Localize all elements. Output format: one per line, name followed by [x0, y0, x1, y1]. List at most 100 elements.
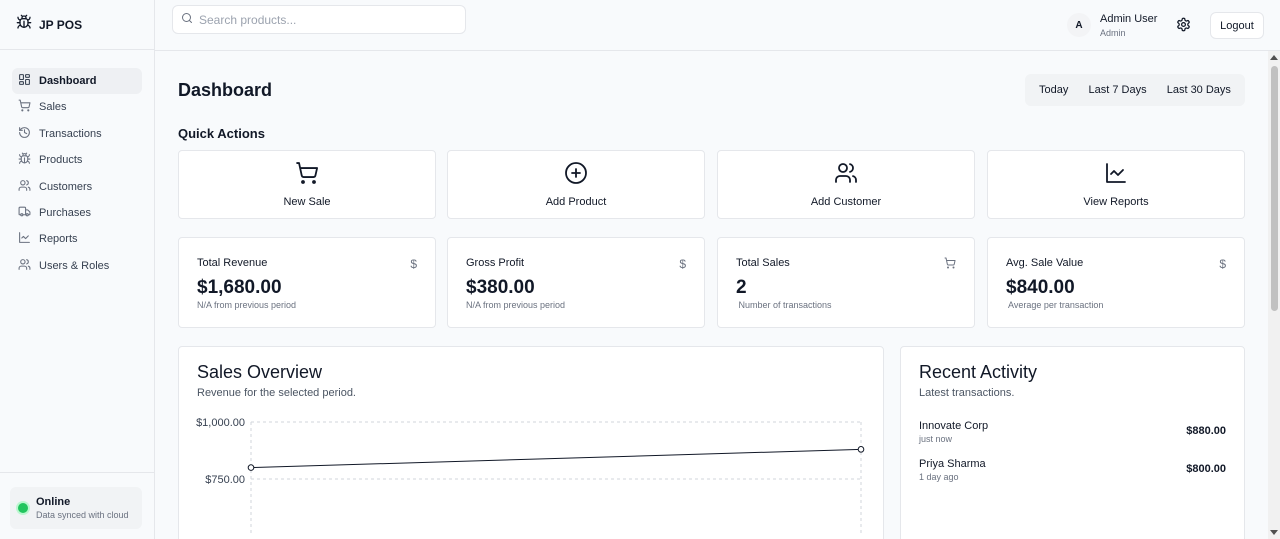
activity-time: just now: [919, 434, 953, 444]
truck-icon: [18, 205, 31, 221]
page-scrollbar[interactable]: [1268, 51, 1280, 539]
stat-subtext: N/A from previous period: [197, 300, 297, 310]
sidebar-item-label: Purchases: [39, 206, 91, 219]
sidebar-item-label: Users & Roles: [39, 259, 110, 272]
sidebar-item-label: Transactions: [39, 127, 102, 140]
stat-card-gross-profit: Gross Profit $ $380.00 N/A from previous…: [447, 237, 705, 328]
avatar[interactable]: A: [1067, 13, 1091, 37]
stat-card-total-revenue: Total Revenue $ $1,680.00 N/A from previ…: [178, 237, 436, 328]
history-icon: [18, 126, 31, 142]
scroll-down-arrow-icon[interactable]: [1270, 530, 1278, 535]
quick-actions-title: Quick Actions: [178, 126, 265, 141]
data-point: [247, 464, 255, 471]
bug-icon: [18, 152, 31, 168]
sidebar-nav: Dashboard Sales Transactions Products Cu…: [0, 68, 154, 279]
data-point: [857, 446, 865, 453]
quick-action-label: View Reports: [1083, 196, 1149, 208]
recent-activity-card: Recent Activity Latest transactions. Inn…: [900, 346, 1245, 539]
search-icon: [181, 11, 193, 29]
scroll-up-arrow-icon[interactable]: [1270, 55, 1278, 60]
date-range-selector: Today Last 7 Days Last 30 Days: [1025, 74, 1245, 106]
add-product-button[interactable]: Add Product: [447, 150, 705, 219]
sidebar-item-reports[interactable]: Reports: [12, 226, 142, 252]
online-dot-icon: [18, 503, 28, 513]
sidebar-item-transactions[interactable]: Transactions: [12, 121, 142, 147]
stat-value: 2: [736, 277, 747, 298]
logo-icon: [16, 14, 32, 35]
add-customer-button[interactable]: Add Customer: [717, 150, 975, 219]
stat-subtext: N/A from previous period: [466, 300, 566, 310]
sales-overview-title: Sales Overview: [197, 362, 323, 382]
sidebar: JP POS Dashboard Sales Transactions Prod…: [0, 0, 155, 539]
stat-value: $840.00: [1006, 277, 1075, 298]
app-name: JP POS: [39, 17, 83, 32]
quick-action-label: New Sale: [283, 196, 331, 208]
plus-circle-icon: [564, 161, 588, 190]
sidebar-item-products[interactable]: Products: [12, 147, 142, 173]
cart-icon: [944, 257, 956, 272]
sales-overview-subtitle: Revenue for the selected period.: [197, 387, 356, 399]
user-name: Admin User: [1100, 13, 1158, 25]
sidebar-item-label: Sales: [39, 101, 67, 114]
scrollbar-thumb[interactable]: [1271, 66, 1278, 311]
recent-activity-title: Recent Activity: [919, 362, 1038, 382]
series-line: [250, 448, 862, 469]
y-tick-label: $750.00: [205, 474, 245, 486]
activity-time: 1 day ago: [919, 472, 959, 482]
activity-customer: Innovate Corp: [919, 420, 989, 432]
sales-chart: $1,000.00 $750.00: [196, 417, 865, 536]
activity-amount: $800.00: [1186, 463, 1226, 475]
view-reports-button[interactable]: View Reports: [987, 150, 1245, 219]
stat-card-total-sales: Total Sales 2 Number of transactions: [717, 237, 975, 328]
sales-overview-card: Sales Overview Revenue for the selected …: [178, 346, 884, 539]
sidebar-item-label: Products: [39, 154, 83, 167]
activity-item[interactable]: Priya Sharma 1 day ago $800.00: [919, 458, 1226, 482]
range-today-button[interactable]: Today: [1033, 84, 1074, 96]
line-chart-icon: [1104, 161, 1128, 190]
logout-button[interactable]: Logout: [1210, 12, 1264, 39]
search-input[interactable]: [199, 12, 449, 27]
stat-subtext: Number of transactions: [736, 300, 832, 310]
gear-icon[interactable]: [1176, 17, 1191, 37]
main-content: Dashboard Today Last 7 Days Last 30 Days…: [155, 51, 1268, 539]
search-box[interactable]: [172, 5, 466, 34]
range-last-7-days-button[interactable]: Last 7 Days: [1083, 84, 1153, 96]
recent-activity-subtitle: Latest transactions.: [919, 387, 1015, 399]
activity-item[interactable]: Innovate Corp just now $880.00: [919, 420, 1226, 444]
stat-label: Gross Profit: [466, 257, 525, 269]
sidebar-item-label: Dashboard: [39, 75, 97, 87]
stat-label: Total Sales: [736, 257, 790, 269]
sidebar-item-label: Customers: [39, 180, 93, 193]
sidebar-item-purchases[interactable]: Purchases: [12, 200, 142, 226]
users-icon: [18, 179, 31, 195]
range-last-30-days-button[interactable]: Last 30 Days: [1161, 84, 1237, 96]
activity-customer: Priya Sharma: [919, 458, 986, 470]
sidebar-item-sales[interactable]: Sales: [12, 94, 142, 120]
dollar-icon: $: [410, 257, 417, 271]
stat-label: Avg. Sale Value: [1006, 257, 1084, 269]
quick-action-label: Add Product: [545, 196, 607, 208]
quick-action-label: Add Customer: [810, 196, 882, 208]
sidebar-item-dashboard[interactable]: Dashboard: [12, 68, 142, 94]
dollar-icon: $: [1219, 257, 1226, 271]
y-tick-label: $1,000.00: [196, 417, 245, 429]
sync-status-subtitle: Data synced with cloud: [36, 510, 129, 520]
stat-subtext: Average per transaction: [1006, 300, 1104, 310]
dollar-icon: $: [679, 257, 686, 271]
user-roles-icon: [18, 258, 31, 274]
page-title: Dashboard: [178, 80, 273, 100]
sidebar-item-customers[interactable]: Customers: [12, 174, 142, 200]
activity-amount: $880.00: [1186, 425, 1226, 437]
sidebar-item-label: Reports: [39, 233, 78, 246]
stat-card-avg-sale-value: Avg. Sale Value $ $840.00 Average per tr…: [987, 237, 1245, 328]
sync-status-title: Online: [36, 496, 71, 508]
users-icon: [834, 161, 858, 190]
new-sale-button[interactable]: New Sale: [178, 150, 436, 219]
dashboard-icon: [18, 73, 31, 89]
sidebar-item-users-roles[interactable]: Users & Roles: [12, 253, 142, 279]
stat-value: $380.00: [466, 277, 535, 298]
stat-label: Total Revenue: [197, 257, 268, 269]
brand[interactable]: JP POS: [0, 0, 154, 50]
sync-status-section: Online Data synced with cloud: [0, 472, 155, 539]
cart-icon: [295, 161, 319, 190]
